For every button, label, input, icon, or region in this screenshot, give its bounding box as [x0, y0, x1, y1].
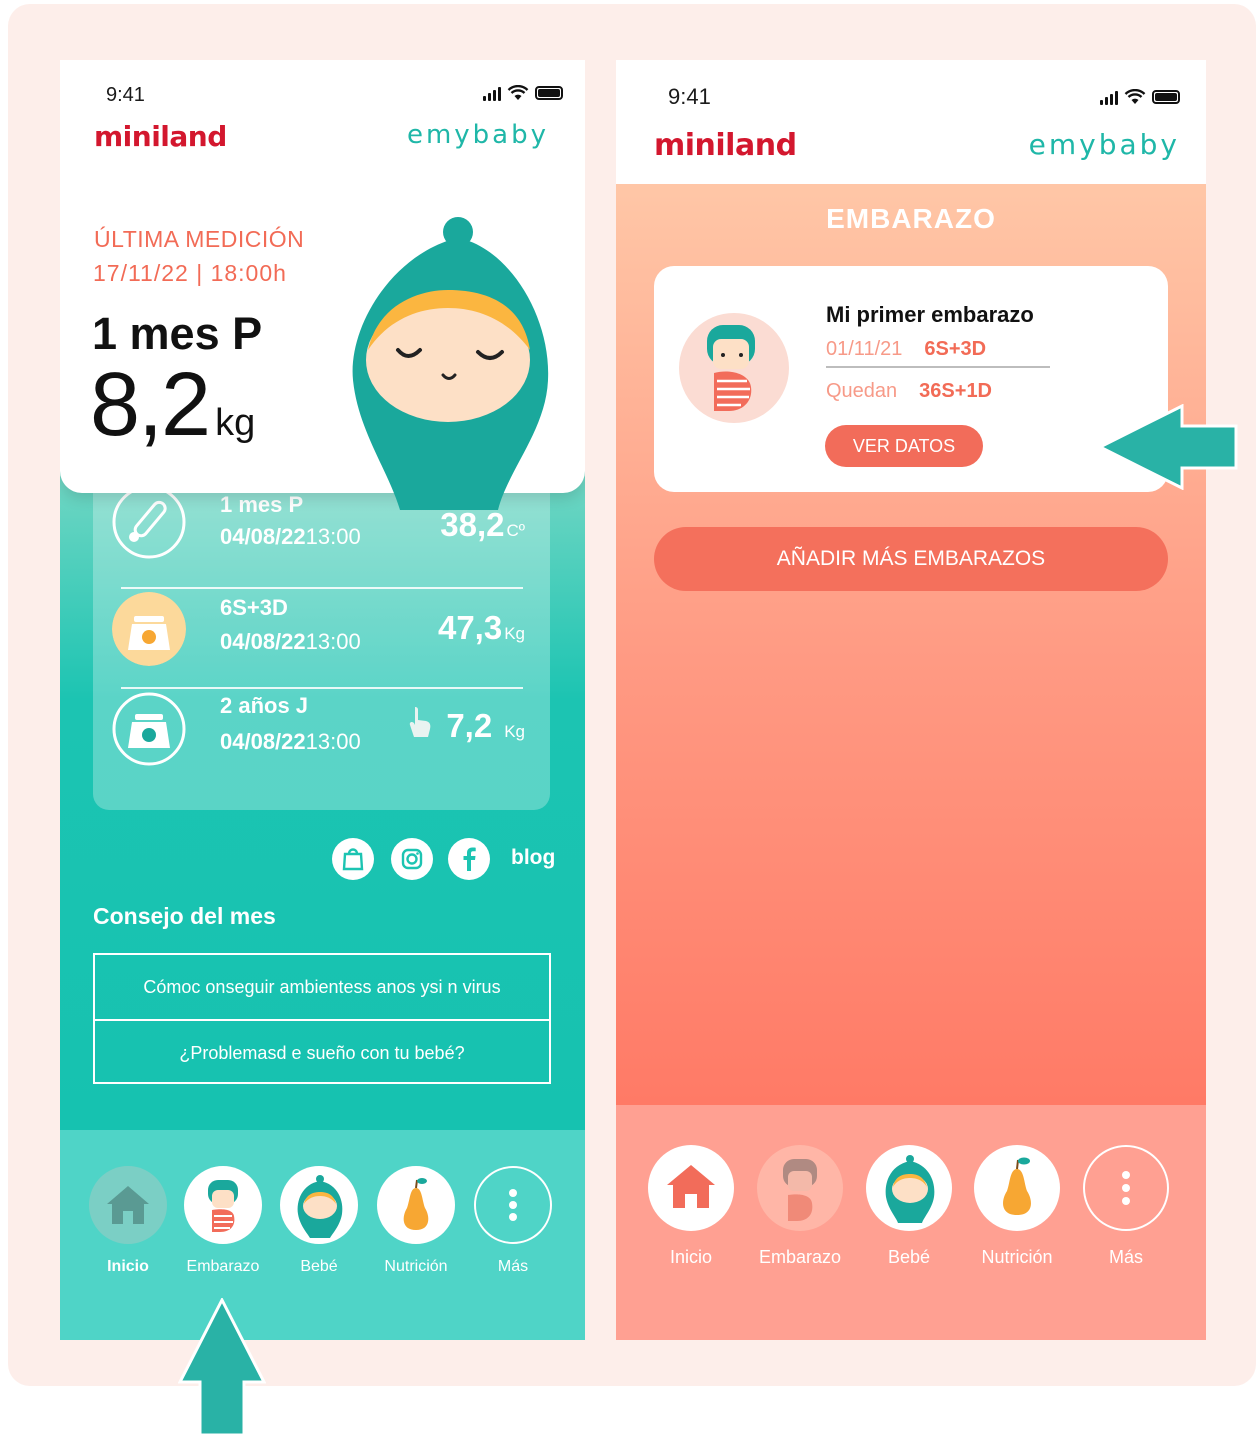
home-icon	[648, 1145, 734, 1231]
child-name: 1 mes P	[92, 308, 263, 359]
add-pregnancy-button[interactable]: AÑADIR MÁS EMBARAZOS	[654, 527, 1168, 591]
facebook-icon[interactable]	[448, 838, 490, 880]
thermometer-icon	[112, 485, 186, 559]
advice-list: Cómoc onseguir ambientess anos ysi n vir…	[93, 953, 551, 1084]
bottom-tab-bar: Inicio Embarazo Bebé Nutrición Más	[60, 1130, 585, 1340]
arrow-up-icon	[178, 1298, 266, 1435]
last-weight-value: 8,2 kg	[90, 355, 256, 455]
baby-character-icon	[352, 217, 549, 510]
measurement-list: 1 mes P 04/08/2213:00 38,2 Cº 6S+3D 04/08…	[93, 470, 550, 810]
pregnancy-name: Mi primer embarazo	[826, 302, 1034, 327]
signal-icon	[1100, 89, 1118, 105]
arrow-left-icon	[1098, 404, 1238, 490]
page-title: EMBARAZO	[826, 203, 996, 234]
scale-icon	[112, 592, 186, 666]
divider	[826, 366, 1050, 368]
home-screen: 9:41 miniland emybaby ÚLTIMA MEDICIÓN 17…	[60, 60, 585, 1340]
pregnancy-weeks: 6S+3D	[924, 338, 987, 360]
status-time: 9:41	[668, 84, 711, 109]
view-data-button[interactable]: VER DATOS	[825, 425, 983, 467]
pregnant-icon	[184, 1166, 262, 1244]
bottom-tab-bar: Inicio Embarazo Bebé Nutrición Más	[616, 1105, 1206, 1340]
baby-icon	[866, 1145, 952, 1231]
baby-icon	[280, 1166, 358, 1244]
advice-link[interactable]: ¿Problemasd e sueño con tu bebé?	[95, 1019, 549, 1083]
pregnant-icon	[757, 1145, 843, 1231]
more-icon	[1083, 1145, 1169, 1231]
emybaby-logo: emybaby	[1028, 128, 1180, 161]
pregnancy-remaining: 36S+1D	[919, 380, 993, 402]
tab-mas[interactable]: Más	[1083, 1145, 1169, 1268]
tab-inicio[interactable]: Inicio	[648, 1145, 734, 1268]
last-measurement-date: 17/11/22 | 18:00h	[93, 260, 287, 286]
pregnancy-screen: 9:41 miniland emybaby EMBARAZO Mi primer…	[616, 60, 1206, 1340]
signal-icon	[483, 85, 501, 101]
wifi-icon	[507, 85, 529, 100]
wifi-icon	[1124, 89, 1146, 104]
list-item[interactable]: 2 años J 04/08/2213:00 7,2 Kg	[93, 685, 550, 785]
last-measurement-label: ÚLTIMA MEDICIÓN	[94, 226, 305, 252]
list-item[interactable]: 6S+3D 04/08/2213:00 47,3 Kg	[93, 585, 550, 685]
miniland-logo: miniland	[94, 120, 227, 153]
baby-scale-icon	[112, 692, 186, 766]
pear-icon	[974, 1145, 1060, 1231]
blog-link[interactable]: blog	[511, 846, 555, 870]
advice-title: Consejo del mes	[93, 903, 276, 929]
status-time: 9:41	[106, 84, 145, 106]
instagram-icon[interactable]	[391, 838, 433, 880]
miniland-logo: miniland	[654, 128, 797, 163]
tab-embarazo[interactable]: Embarazo	[757, 1145, 843, 1268]
tab-nutricion[interactable]: Nutrición	[974, 1145, 1060, 1268]
battery-icon	[535, 86, 563, 100]
pregnant-avatar	[679, 313, 789, 423]
tab-embarazo[interactable]: Embarazo	[184, 1166, 262, 1276]
more-icon	[474, 1166, 552, 1244]
status-bar: 9:41	[60, 60, 585, 110]
tab-mas[interactable]: Más	[474, 1166, 552, 1276]
tab-inicio[interactable]: Inicio	[89, 1166, 167, 1276]
pear-icon	[377, 1166, 455, 1244]
pregnancy-card[interactable]: Mi primer embarazo 01/11/21 6S+3D Quedan 3…	[654, 266, 1168, 492]
header: 9:41 miniland emybaby	[616, 60, 1206, 184]
weight-unit: kg	[215, 402, 256, 444]
advice-link[interactable]: Cómoc onseguir ambientess anos ysi n vir…	[95, 955, 549, 1019]
battery-icon	[1152, 90, 1180, 104]
tab-bebe[interactable]: Bebé	[866, 1145, 952, 1268]
shop-bag-icon[interactable]	[332, 838, 374, 880]
emybaby-logo: emybaby	[406, 120, 549, 150]
tap-hand-icon	[409, 707, 431, 737]
tab-nutricion[interactable]: Nutrición	[377, 1166, 455, 1276]
tab-bebe[interactable]: Bebé	[280, 1166, 358, 1276]
pregnancy-start-date: 01/11/21	[826, 338, 903, 360]
home-icon	[89, 1166, 167, 1244]
